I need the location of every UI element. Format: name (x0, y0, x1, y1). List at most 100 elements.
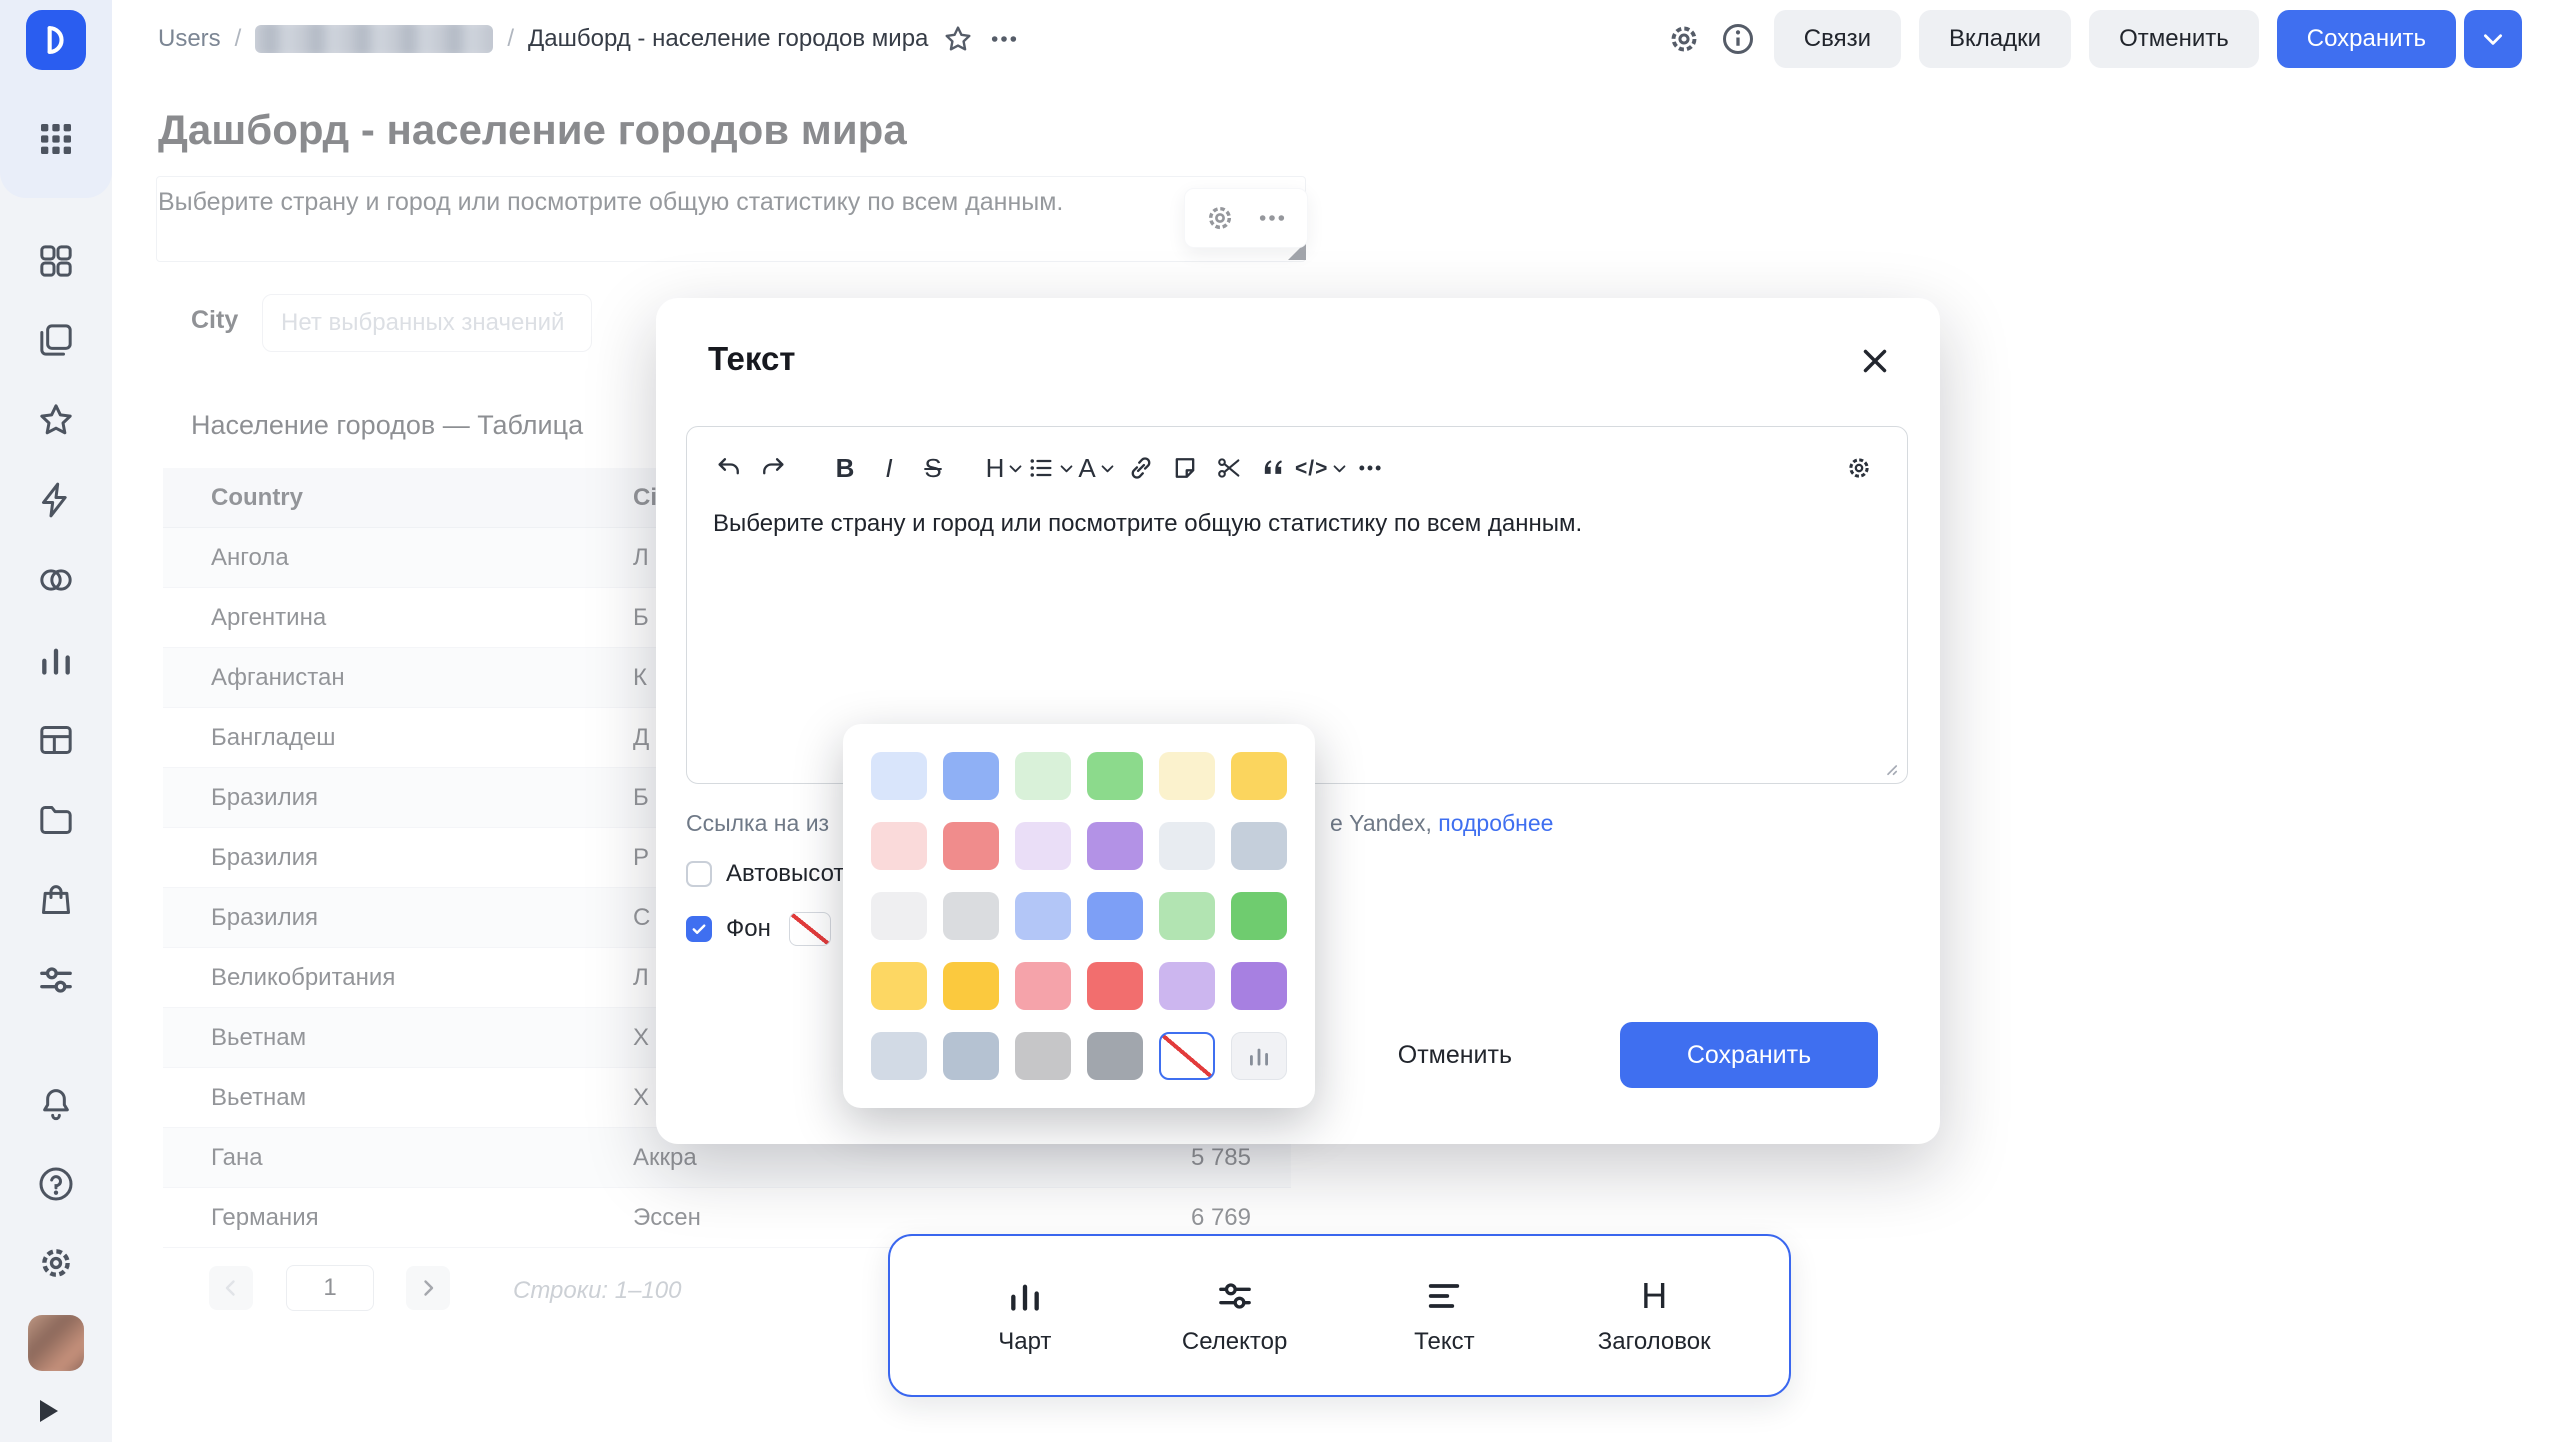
breadcrumb-users[interactable]: Users (158, 25, 221, 53)
settings-gear-icon[interactable] (36, 1243, 76, 1283)
datalens-dashboard-editor: Users / / Дашборд - население городов ми… (0, 0, 2562, 1442)
save-button[interactable]: Сохранить (2277, 10, 2456, 68)
color-palette-grid (871, 752, 1287, 1080)
favorites-star-icon[interactable] (36, 400, 76, 440)
background-label: Фон (726, 915, 771, 943)
no-color-swatch[interactable] (1159, 1032, 1215, 1080)
autoheight-checkbox[interactable] (686, 861, 712, 887)
color-swatch[interactable] (1159, 752, 1215, 800)
text-color-button[interactable]: A (1075, 446, 1119, 490)
info-icon[interactable] (1720, 21, 1756, 57)
note-icon[interactable] (1163, 446, 1207, 490)
color-swatch[interactable] (1159, 962, 1215, 1010)
list-button[interactable] (1027, 446, 1075, 490)
editor-toolbar: B I S H A </> (687, 427, 1907, 491)
apps-grid-icon[interactable] (36, 119, 76, 159)
cancel-button[interactable]: Отменить (2089, 10, 2259, 68)
color-swatch[interactable] (1159, 892, 1215, 940)
editor-textarea[interactable]: Выберите страну и город или посмотрите о… (687, 491, 1907, 557)
color-swatch[interactable] (1087, 892, 1143, 940)
save-dropdown-button[interactable] (2464, 10, 2522, 68)
color-swatch[interactable] (943, 1032, 999, 1080)
datalens-logo[interactable] (26, 10, 86, 70)
color-swatch[interactable] (1015, 822, 1071, 870)
relations-button[interactable]: Связи (1774, 10, 1901, 68)
color-swatch[interactable] (1231, 822, 1287, 870)
heading-h-icon: H (1634, 1276, 1674, 1316)
autoheight-row: Автовысота (686, 860, 857, 888)
color-swatch[interactable] (1231, 962, 1287, 1010)
color-swatch[interactable] (1015, 962, 1071, 1010)
chart-icon[interactable] (36, 640, 76, 680)
color-swatch[interactable] (1087, 822, 1143, 870)
background-checkbox[interactable] (686, 916, 712, 942)
code-button[interactable]: </> (1295, 446, 1348, 490)
breadcrumb-separator: / (235, 25, 242, 53)
color-swatch[interactable] (871, 752, 927, 800)
color-swatch[interactable] (1159, 822, 1215, 870)
cut-scissors-icon[interactable] (1207, 446, 1251, 490)
learn-more-link[interactable]: подробнее (1438, 810, 1553, 836)
marketplace-bag-icon[interactable] (36, 880, 76, 920)
breadcrumb-more-icon[interactable] (988, 23, 1020, 55)
favorite-star-icon[interactable] (942, 23, 974, 55)
user-avatar[interactable] (28, 1315, 84, 1371)
editor-resize-icon[interactable] (1877, 755, 1899, 777)
charts-bolt-icon[interactable] (36, 480, 76, 520)
tabs-button[interactable]: Вкладки (1919, 10, 2071, 68)
background-color-swatch[interactable] (789, 912, 831, 946)
add-text-button[interactable]: Текст (1369, 1276, 1519, 1356)
color-swatch[interactable] (1087, 1032, 1143, 1080)
dialog-save-button[interactable]: Сохранить (1620, 1022, 1878, 1088)
heading-button[interactable]: H (983, 446, 1027, 490)
dialog-title: Текст (708, 340, 795, 378)
color-palette-popup (843, 724, 1315, 1108)
editor-settings-gear-icon[interactable] (1837, 446, 1881, 490)
add-widget-bar: Чарт Селектор Текст H Заголовок (888, 1234, 1791, 1397)
folder-icon[interactable] (36, 800, 76, 840)
redo-icon[interactable] (751, 446, 795, 490)
datasets-icon[interactable] (36, 560, 76, 600)
color-swatch[interactable] (1015, 752, 1071, 800)
breadcrumb-blurred-segment[interactable] (255, 25, 493, 53)
services-sliders-icon[interactable] (36, 960, 76, 1000)
color-swatch[interactable] (871, 822, 927, 870)
color-swatch[interactable] (1231, 752, 1287, 800)
color-swatch[interactable] (1015, 892, 1071, 940)
color-swatch[interactable] (943, 962, 999, 1010)
quote-icon[interactable] (1251, 446, 1295, 490)
table-icon[interactable] (36, 720, 76, 760)
color-swatch[interactable] (1087, 962, 1143, 1010)
color-swatch[interactable] (943, 892, 999, 940)
add-heading-button[interactable]: H Заголовок (1579, 1276, 1729, 1356)
undo-icon[interactable] (707, 446, 751, 490)
expand-sidebar-icon[interactable] (40, 1400, 58, 1422)
dialog-cancel-button[interactable]: Отменить (1374, 1022, 1536, 1088)
color-swatch[interactable] (1231, 892, 1287, 940)
color-swatch[interactable] (1015, 1032, 1071, 1080)
add-selector-button[interactable]: Селектор (1160, 1276, 1310, 1356)
breadcrumb-current: Дашборд - население городов мира (528, 25, 928, 53)
collections-icon[interactable] (36, 320, 76, 360)
toolbar-more-icon[interactable] (1348, 446, 1392, 490)
strikethrough-button[interactable]: S (911, 446, 955, 490)
notifications-bell-icon[interactable] (36, 1084, 76, 1124)
chart-colors-swatch[interactable] (1231, 1032, 1287, 1080)
bold-button[interactable]: B (823, 446, 867, 490)
italic-button[interactable]: I (867, 446, 911, 490)
color-swatch[interactable] (943, 822, 999, 870)
color-swatch[interactable] (871, 1032, 927, 1080)
color-swatch[interactable] (1087, 752, 1143, 800)
close-icon[interactable] (1856, 342, 1894, 380)
add-chart-button[interactable]: Чарт (950, 1276, 1100, 1356)
link-icon[interactable] (1119, 446, 1163, 490)
help-question-icon[interactable] (36, 1164, 76, 1204)
color-swatch[interactable] (871, 962, 927, 1010)
color-swatch[interactable] (943, 752, 999, 800)
color-swatch[interactable] (871, 892, 927, 940)
text-lines-icon (1424, 1276, 1464, 1316)
background-row: Фон (686, 912, 831, 946)
header: Users / / Дашборд - население городов ми… (112, 0, 2562, 78)
dashboard-settings-gear-icon[interactable] (1666, 21, 1702, 57)
dashboards-icon[interactable] (36, 241, 76, 281)
